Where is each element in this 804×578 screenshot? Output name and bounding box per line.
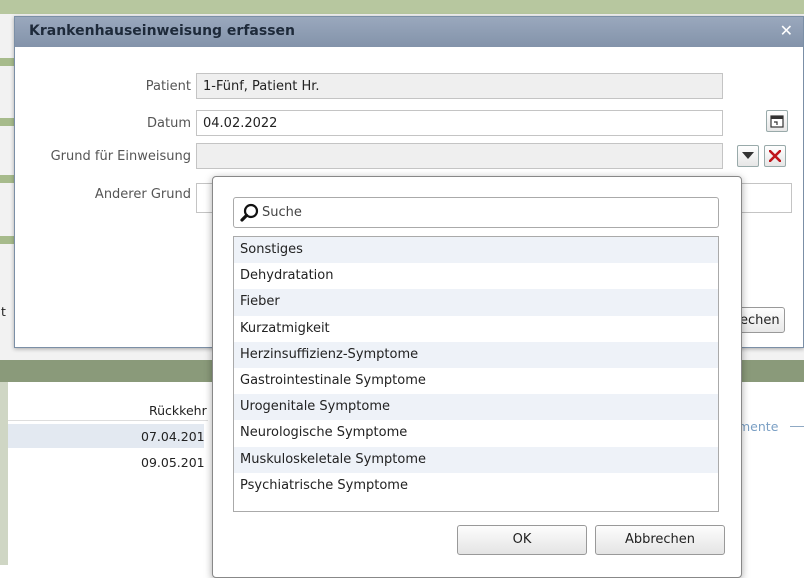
- list-item[interactable]: Fieber: [234, 289, 718, 316]
- cancel-button-behind[interactable]: echen: [737, 307, 785, 333]
- grund-field[interactable]: [196, 143, 723, 169]
- list-item[interactable]: Kurzatmigkeit: [234, 316, 718, 342]
- list-item[interactable]: Dehydratation: [234, 263, 718, 289]
- app-top-bar: [0, 0, 804, 14]
- close-icon[interactable]: ✕: [780, 21, 793, 40]
- dialog-title-bar: Krankenhauseinweisung erfassen ✕: [15, 17, 803, 47]
- table-cell: 07.04.201: [141, 429, 205, 444]
- reason-list[interactable]: Sonstiges Dehydratation Fieber Kurzatmig…: [233, 236, 719, 512]
- list-item[interactable]: Urogenitale Symptome: [234, 394, 718, 421]
- reason-dropdown-popup: Sonstiges Dehydratation Fieber Kurzatmig…: [212, 176, 742, 578]
- ok-button[interactable]: OK: [457, 525, 587, 555]
- list-item[interactable]: Psychiatrische Symptome: [234, 473, 718, 499]
- clear-button[interactable]: [764, 145, 786, 167]
- divider: [790, 426, 804, 427]
- list-item[interactable]: Gastrointestinale Symptome: [234, 368, 718, 394]
- text-fragment: t: [1, 304, 6, 319]
- list-item[interactable]: Neurologische Symptome: [234, 420, 718, 446]
- dropdown-button[interactable]: [737, 145, 759, 167]
- grund-label: Grund für Einweisung: [50, 149, 191, 164]
- datum-row: Datum 04.02.2022: [15, 110, 803, 138]
- close-icon: [769, 150, 781, 162]
- datum-label: Datum: [147, 116, 191, 131]
- table-cell: 09.05.201: [141, 455, 205, 470]
- search-input[interactable]: [260, 204, 714, 221]
- list-item[interactable]: Herzinsuffizienz-Symptome: [234, 341, 718, 368]
- section-label-documents: mente: [738, 419, 779, 434]
- calendar-icon: [770, 115, 784, 128]
- patient-row: Patient 1-Fünf, Patient Hr.: [15, 73, 803, 101]
- datum-field[interactable]: 04.02.2022: [196, 110, 723, 136]
- app-left-bar: [0, 382, 8, 565]
- calendar-button[interactable]: [766, 110, 788, 132]
- search-box[interactable]: [233, 197, 719, 228]
- dialog-title: Krankenhauseinweisung erfassen: [29, 23, 295, 39]
- anderer-label: Anderer Grund: [94, 187, 191, 202]
- column-header-rueckkehr[interactable]: Rückkehr: [149, 403, 207, 418]
- cancel-button[interactable]: Abbrechen: [595, 525, 725, 555]
- chevron-down-icon: [742, 152, 754, 159]
- patient-label: Patient: [145, 79, 191, 94]
- grund-row: Grund für Einweisung: [15, 143, 803, 171]
- search-icon: [240, 203, 260, 227]
- list-item[interactable]: Sonstiges: [234, 237, 718, 264]
- list-item[interactable]: Muskuloskeletale Symptome: [234, 446, 718, 473]
- patient-field: 1-Fünf, Patient Hr.: [196, 73, 723, 99]
